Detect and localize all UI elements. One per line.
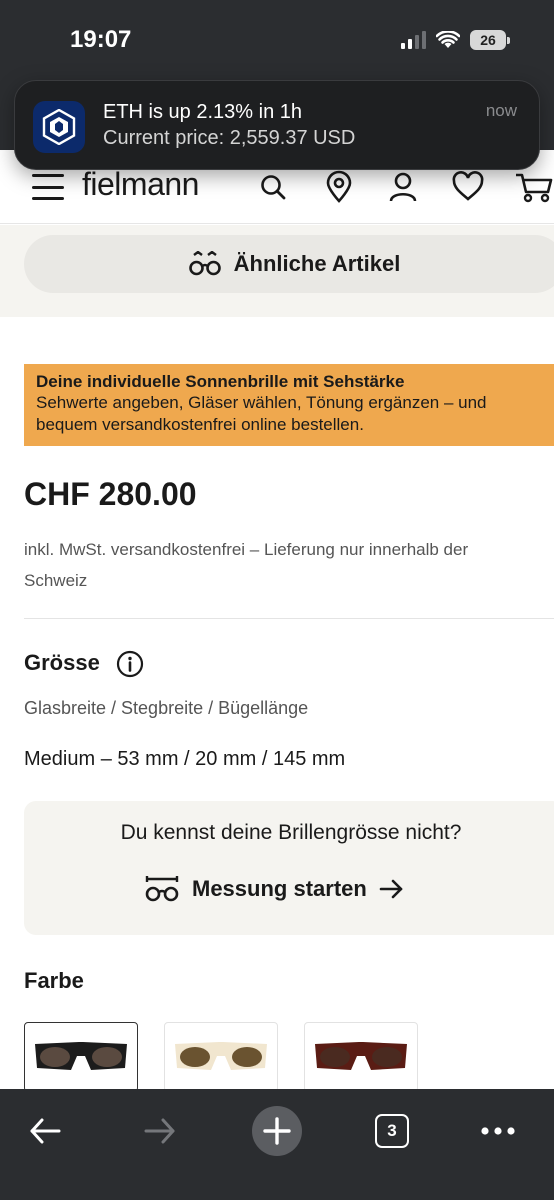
color-swatch-ivory[interactable]	[164, 1022, 278, 1092]
vat-shipping-note: inkl. MwSt. versandkostenfrei – Lieferun…	[24, 540, 469, 590]
tabs-button[interactable]: 3	[360, 1099, 424, 1163]
color-title: Farbe	[24, 968, 84, 993]
status-time: 19:07	[70, 26, 132, 53]
battery-level: 26	[470, 30, 506, 50]
sunglasses-havana-image	[315, 1042, 407, 1070]
fielmann-logo[interactable]: fielmann	[82, 166, 199, 203]
glasses-measure-icon	[145, 876, 179, 902]
forward-button[interactable]	[128, 1099, 192, 1163]
browser-toolbar: 3	[0, 1089, 554, 1200]
color-swatch-havana[interactable]	[304, 1022, 418, 1092]
wifi-icon	[436, 31, 460, 48]
push-notification[interactable]: ETH is up 2.13% in 1h Current price: 2,5…	[14, 80, 540, 170]
start-measurement-button[interactable]: Messung starten	[144, 875, 405, 903]
back-button[interactable]	[13, 1099, 77, 1163]
sunglasses-black-image	[35, 1042, 127, 1070]
product-price: CHF 280.00	[24, 476, 197, 512]
size-dimensions-label: Glasbreite / Stegbreite / Bügellänge	[24, 698, 309, 718]
measure-size-card: Du kennst deine Brillengrösse nicht? Mes…	[24, 801, 554, 935]
crypto-app-icon	[33, 101, 85, 153]
sunglasses-ivory-image	[175, 1042, 267, 1070]
promo-title: Deine individuelle Sonnenbrille mit Sehs…	[36, 372, 405, 391]
arrow-right-icon	[379, 879, 403, 899]
cellular-signal-icon	[401, 31, 426, 49]
tab-count: 3	[387, 1121, 397, 1140]
new-tab-button[interactable]	[245, 1099, 309, 1163]
promo-text: Sehwerte angeben, Gläser wählen, Tönung …	[36, 393, 487, 434]
similar-articles-section: Ähnliche Artikel	[0, 225, 554, 317]
arrow-right-icon	[144, 1118, 175, 1144]
info-icon[interactable]	[116, 650, 144, 678]
notification-title: ETH is up 2.13% in 1h	[103, 101, 302, 123]
similar-articles-button[interactable]: Ähnliche Artikel	[24, 235, 554, 293]
color-swatch-black[interactable]	[24, 1022, 138, 1092]
measure-question: Du kennst deine Brillengrösse nicht?	[120, 821, 462, 844]
tabs-count-icon: 3	[375, 1114, 409, 1148]
notification-body: Current price: 2,559.37 USD	[103, 127, 356, 149]
divider	[24, 618, 554, 619]
glasses-icon	[188, 251, 221, 276]
location-icon[interactable]	[322, 170, 356, 204]
cart-icon[interactable]	[514, 170, 554, 204]
similar-articles-label: Ähnliche Artikel	[233, 251, 401, 276]
battery-icon: 26	[470, 30, 510, 50]
plus-icon	[252, 1106, 302, 1156]
heart-icon[interactable]	[451, 170, 485, 204]
ellipsis-icon	[481, 1127, 515, 1135]
menu-icon[interactable]	[32, 174, 64, 200]
status-icons: 26	[401, 30, 510, 50]
arrow-left-icon	[30, 1118, 61, 1144]
search-icon[interactable]	[256, 170, 290, 204]
account-icon[interactable]	[386, 170, 420, 204]
notification-time: now	[485, 101, 517, 120]
size-title: Grösse	[24, 650, 100, 675]
more-options-button[interactable]	[466, 1099, 530, 1163]
prescription-sunglasses-banner[interactable]: Deine individuelle Sonnenbrille mit Sehs…	[24, 364, 554, 446]
size-value: Medium – 53 mm / 20 mm / 145 mm	[24, 748, 346, 770]
start-measurement-label: Messung starten	[192, 876, 367, 901]
